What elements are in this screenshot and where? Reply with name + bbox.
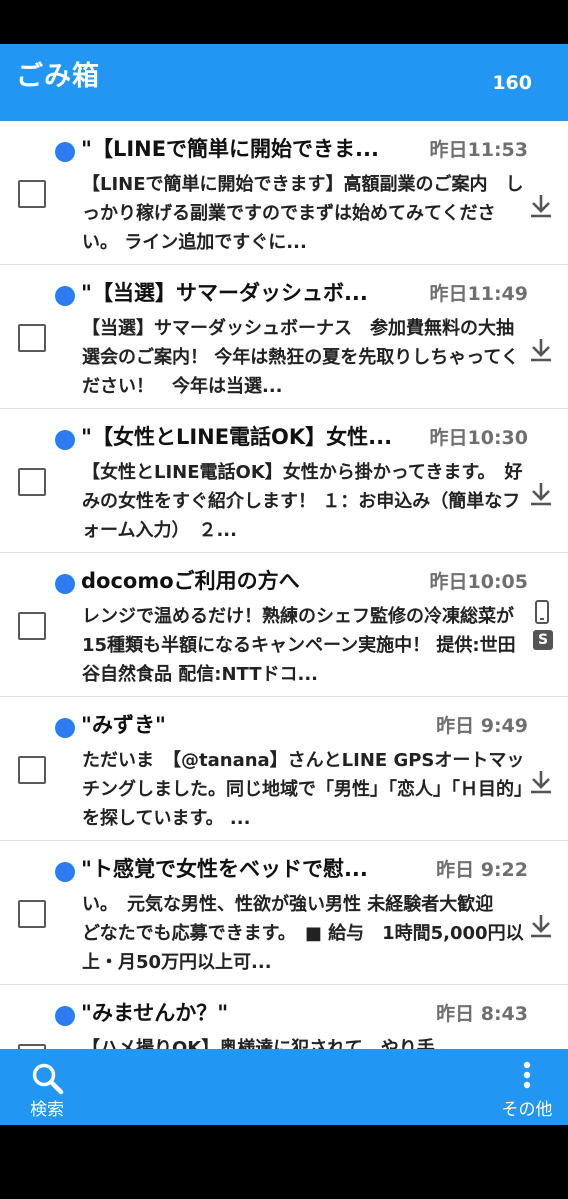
message-preview: 【ハメ撮りOK】奥様達に犯されて やり手... <box>82 1038 456 1049</box>
message-subject: "ト感覚で女性をベッドで慰... <box>81 857 368 881</box>
select-checkbox[interactable] <box>18 180 46 208</box>
message-preview: ただいま 【@tanana】さんとLINE GPSオートマッチングしました。同じ… <box>82 750 525 829</box>
message-row[interactable]: "ト感覚で女性をベッドで慰... 昨日 9:22 い。 元気な男性、性欲が強い男性 … <box>0 841 568 985</box>
message-row[interactable]: "【LINEで簡単に開始できま... 昨日11:53 【LINEで簡単に開始できます… <box>0 121 568 265</box>
message-subject: "【LINEで簡単に開始できま... <box>81 137 379 161</box>
more-vertical-icon <box>523 1061 531 1089</box>
unread-dot-icon <box>55 574 75 594</box>
unread-dot-icon <box>55 1006 75 1026</box>
unread-dot-icon <box>55 718 75 738</box>
select-checkbox[interactable] <box>18 900 46 928</box>
select-checkbox[interactable] <box>18 468 46 496</box>
bottom-toolbar: 検索 その他 <box>0 1049 568 1125</box>
search-icon <box>32 1063 64 1095</box>
message-subject: docomoご利用の方へ <box>81 569 300 593</box>
message-row[interactable]: docomoご利用の方へ 昨日10:05 レンジで温めるだけ！熟練のシェフ監修の冷凍… <box>0 553 568 697</box>
message-time: 昨日10:30 <box>429 427 528 449</box>
message-time: 昨日 9:49 <box>436 715 528 737</box>
more-label: その他 <box>501 1100 553 1120</box>
app-header: ごみ箱 160 <box>0 44 568 121</box>
unread-dot-icon <box>55 862 75 882</box>
select-checkbox[interactable] <box>18 324 46 352</box>
message-time: 昨日11:49 <box>429 283 528 305</box>
unread-dot-icon <box>55 286 75 306</box>
message-row[interactable]: "【女性とLINE電話OK】女性... 昨日10:30 【女性とLINE電話OK】女… <box>0 409 568 553</box>
phone-icon <box>535 600 549 624</box>
message-time: 昨日 9:22 <box>436 859 528 881</box>
download-icon <box>531 339 551 362</box>
message-preview: 【LINEで簡単に開始できます】高額副業のご案内 しっかり稼げる副業ですのでまず… <box>82 174 524 253</box>
message-row[interactable]: "みませんか？" 昨日 8:43 【ハメ撮りOK】奥様達に犯されて やり手... <box>0 985 568 1049</box>
unread-dot-icon <box>55 430 75 450</box>
search-button[interactable]: 検索 <box>12 1049 82 1125</box>
message-subject: "【女性とLINE電話OK】女性... <box>81 425 393 449</box>
message-row[interactable]: "【当選】サマーダッシュボ... 昨日11:49 【当選】サマーダッシュボーナス 参… <box>0 265 568 409</box>
message-subject: "みずき" <box>81 713 166 737</box>
message-row[interactable]: "みずき" 昨日 9:49 ただいま 【@tanana】さんとLINE GPSオート… <box>0 697 568 841</box>
message-preview: い。 元気な男性、性欲が強い男性 未経験者大歓迎 どなたでも応募できます。 ■ … <box>82 894 524 973</box>
message-preview: 【女性とLINE電話OK】女性から掛かってきます。 好みの女性をすぐ紹介します！… <box>82 462 523 541</box>
message-list[interactable]: "【LINEで簡単に開始できま... 昨日11:53 【LINEで簡単に開始できます… <box>0 121 568 1049</box>
select-checkbox[interactable] <box>18 756 46 784</box>
search-label: 検索 <box>30 1100 64 1120</box>
download-icon <box>531 915 551 938</box>
download-icon <box>531 483 551 506</box>
select-checkbox[interactable] <box>18 612 46 640</box>
download-icon <box>531 195 551 218</box>
message-subject: "【当選】サマーダッシュボ... <box>81 281 368 305</box>
s-badge-icon: S <box>533 630 553 650</box>
message-preview: レンジで温めるだけ！熟練のシェフ監修の冷凍総菜が15種類も半額になるキャンペーン… <box>82 606 516 685</box>
unread-dot-icon <box>55 142 75 162</box>
download-icon <box>531 771 551 794</box>
app-screen: ごみ箱 160 "【LINEで簡単に開始できま... 昨日11:53 【LINEで簡… <box>0 44 568 1125</box>
message-time: 昨日11:53 <box>429 139 528 161</box>
message-preview: 【当選】サマーダッシュボーナス 参加費無料の大抽選会のご案内！ 今年は熱狂の夏を… <box>82 318 519 397</box>
message-time: 昨日 8:43 <box>436 1003 528 1025</box>
page-title: ごみ箱 <box>16 61 100 92</box>
message-time: 昨日10:05 <box>429 571 528 593</box>
more-button[interactable]: その他 <box>492 1049 562 1125</box>
message-subject: "みませんか？" <box>81 1001 229 1025</box>
message-count: 160 <box>492 72 532 94</box>
